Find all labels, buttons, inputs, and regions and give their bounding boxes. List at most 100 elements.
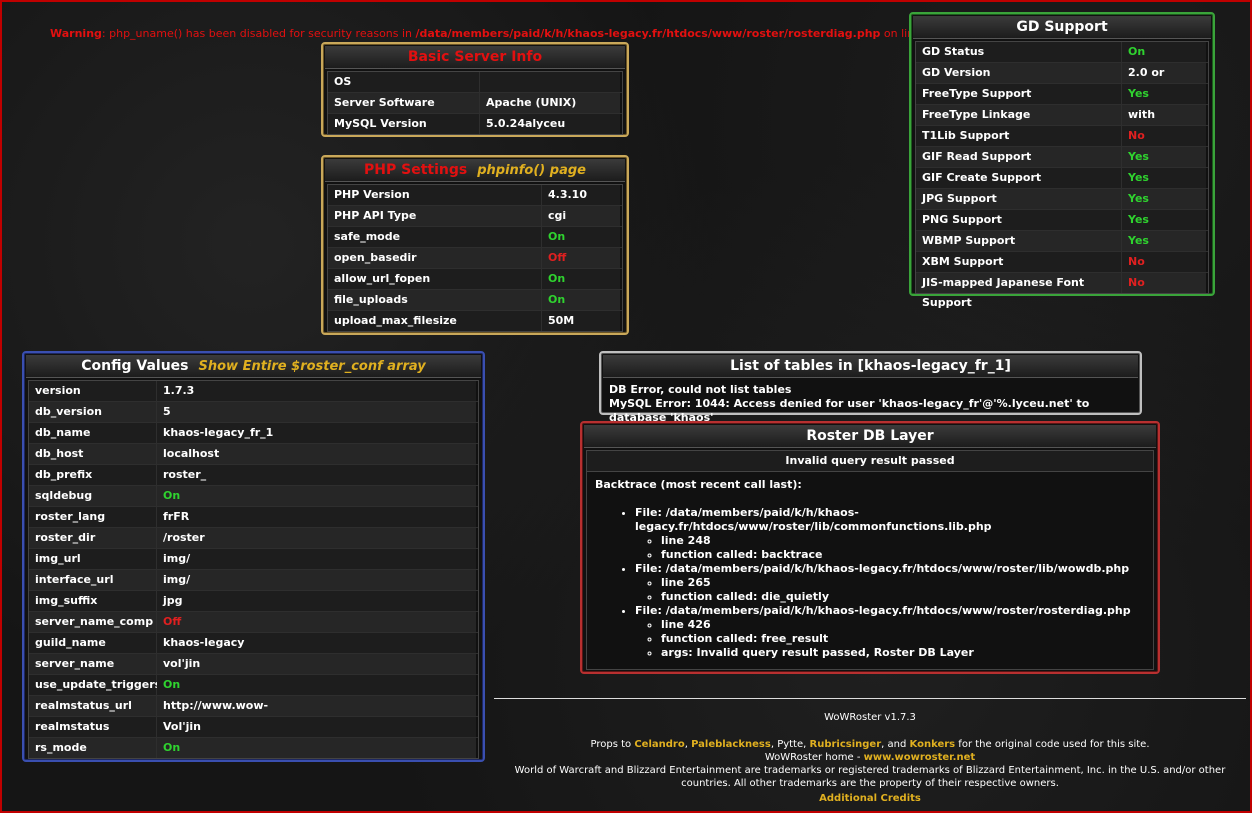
config-values-panel: Config Values Show Entire $roster_conf ar… [22, 351, 485, 762]
row-key: XBM Support [916, 252, 1122, 272]
db-layer-message: Invalid query result passed [587, 451, 1153, 472]
table-row: db_name khaos-legacy_fr_1 [29, 422, 478, 443]
credit-link-paleblackness[interactable]: Paleblackness [691, 739, 771, 750]
table-row: open_basedir Off [328, 247, 622, 268]
row-value: roster_ [157, 465, 476, 485]
table-row: sqldebug On [29, 485, 478, 506]
row-value: 5.0.24alyceu [480, 114, 620, 134]
roster-db-layer-body: Invalid query result passed Backtrace (m… [586, 450, 1154, 670]
basic-server-info-panel: Basic Server Info OS Server Software Apac… [321, 42, 629, 137]
row-key: db_host [29, 444, 157, 464]
row-key: guild_name [29, 633, 157, 653]
row-key: PHP Version [328, 185, 542, 205]
table-row: WBMP Support Yes [916, 230, 1208, 251]
row-key: version [29, 381, 157, 401]
row-key: FreeType Support [916, 84, 1122, 104]
table-row: server_name_comp Off [29, 611, 478, 632]
warning-path: /data/members/paid/k/h/khaos-legacy.fr/h… [415, 27, 881, 40]
frame-details: line 426function called: free_resultargs… [635, 618, 1145, 660]
row-key: realmstatus_url [29, 696, 157, 716]
row-key: safe_mode [328, 227, 542, 247]
warning-label: Warning [50, 27, 102, 40]
row-value: img/ [157, 570, 476, 590]
table-row: db_version 5 [29, 401, 478, 422]
row-value: On [542, 227, 620, 247]
row-key: T1Lib Support [916, 126, 1122, 146]
row-key: WBMP Support [916, 231, 1122, 251]
table-row: upload_max_filesize 50M [328, 310, 622, 331]
gd-support-panel: GD Support GD StatusOnGD Version2.0 or h… [909, 12, 1215, 309]
table-row: PNG Support Yes [916, 209, 1208, 230]
row-value: 2.0 or higher [1122, 63, 1206, 99]
table-row: img_suffix jpg [29, 590, 478, 611]
backtrace-frame: File: /data/members/paid/k/h/khaos-legac… [635, 562, 1145, 604]
row-value: khaos-legacy_fr_1 [157, 423, 476, 443]
show-roster-conf-link[interactable]: Show Entire $roster_conf array [199, 359, 426, 374]
row-value: Apache (UNIX) [480, 93, 620, 113]
roster-db-layer-panel: Roster DB Layer Invalid query result pas… [580, 421, 1160, 674]
row-value: Yes [1122, 210, 1206, 230]
row-value: No [1122, 126, 1206, 146]
row-key: allow_url_fopen [328, 269, 542, 289]
row-key: server_name_comp [29, 612, 157, 632]
footer-divider [494, 698, 1246, 699]
phpinfo-link[interactable]: phpinfo() page [477, 163, 586, 178]
frame-func: function called: backtrace [661, 548, 1145, 562]
table-row: server_name vol'jin [29, 653, 478, 674]
row-value: 5 [157, 402, 476, 422]
table-row: allow_url_fopen On [328, 268, 622, 289]
credit-link-celandro[interactable]: Celandro [634, 739, 684, 750]
db-error-text: DB Error, could not list tables [609, 383, 792, 396]
row-value: frFR [157, 507, 476, 527]
credit-link-rubricsinger[interactable]: Rubricsinger [810, 739, 882, 750]
table-row: GIF Create Support Yes [916, 167, 1208, 188]
backtrace-list: File: /data/members/paid/k/h/khaos-legac… [595, 506, 1145, 660]
row-value: Vol'jin [157, 717, 476, 737]
row-key: PHP API Type [328, 206, 542, 226]
php-warning: Warning: php_uname() has been disabled f… [50, 27, 945, 40]
table-row: JPG Support Yes [916, 188, 1208, 209]
home-label: WoWRoster home - [764, 752, 864, 763]
table-row: FreeType Linkagewith freetype [916, 104, 1208, 141]
row-value: On [157, 486, 476, 506]
table-row: JIS-mapped Japanese Font Support No [916, 272, 1208, 309]
table-row: db_prefix roster_ [29, 464, 478, 485]
table-row: db_host localhost [29, 443, 478, 464]
additional-credits-link[interactable]: Additional Credits [819, 793, 921, 804]
table-row: guild_name khaos-legacy [29, 632, 478, 653]
table-row: realmstatus_urlhttp://www.wow-europe.com… [29, 695, 478, 732]
roster-db-layer-header: Roster DB Layer [584, 425, 1156, 448]
row-value: 4.3.10 [542, 185, 620, 205]
table-row: interface_url img/ [29, 569, 478, 590]
frame-file: File: /data/members/paid/k/h/khaos-legac… [635, 562, 1130, 575]
credit-link-konkers[interactable]: Konkers [910, 739, 956, 750]
gd-support-header: GD Support [913, 16, 1211, 39]
table-row: use_update_triggers On [29, 674, 478, 695]
row-value: Yes [1122, 231, 1206, 251]
row-value: vol'jin [157, 654, 476, 674]
table-row: FreeType Support Yes [916, 83, 1208, 104]
tables-list-header: List of tables in [khaos-legacy_fr_1] [603, 355, 1138, 378]
row-value: with freetype [1122, 105, 1206, 141]
row-value: cgi [542, 206, 620, 226]
row-key: PNG Support [916, 210, 1122, 230]
row-value: /roster [157, 528, 476, 548]
row-value: localhost [157, 444, 476, 464]
row-key: GIF Read Support [916, 147, 1122, 167]
table-row: roster_lang frFR [29, 506, 478, 527]
footer-props: Props to Celandro, Paleblackness, Pytte,… [590, 739, 1150, 750]
table-row: OS [328, 72, 622, 92]
row-key: Server Software [328, 93, 480, 113]
frame-file: File: /data/members/paid/k/h/khaos-legac… [635, 506, 992, 533]
wowroster-home-link[interactable]: www.wowroster.net [864, 752, 976, 763]
row-key: GD Version [916, 63, 1122, 83]
table-row: GD Status On [916, 42, 1208, 62]
row-value: No [1122, 273, 1206, 293]
php-settings-title: PHP Settings [364, 162, 468, 178]
row-value: Yes [1122, 84, 1206, 104]
row-key: db_prefix [29, 465, 157, 485]
table-row: safe_mode On [328, 226, 622, 247]
row-value: img/ [157, 549, 476, 569]
config-values-title: Config Values [81, 358, 189, 374]
backtrace-frame: File: /data/members/paid/k/h/khaos-legac… [635, 506, 1145, 562]
